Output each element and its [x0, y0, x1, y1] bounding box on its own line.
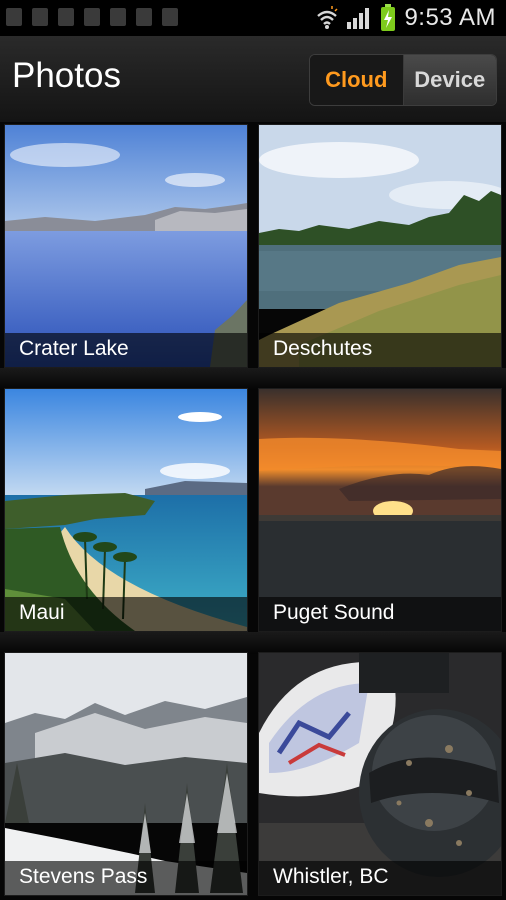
- photo-caption: Stevens Pass: [5, 861, 247, 895]
- photo-caption: Puget Sound: [259, 597, 501, 631]
- crater-lake-photo: [5, 125, 247, 367]
- notification-icon: [58, 8, 74, 26]
- photo-label: Crater Lake: [19, 337, 129, 360]
- photo-grid: Crater Lake Deschutes Maui Puget Sound S…: [0, 122, 506, 900]
- action-bar: Photos Cloud Device: [0, 36, 506, 123]
- wifi-icon: [316, 6, 338, 30]
- photo-label: Maui: [19, 601, 65, 624]
- photo-label: Puget Sound: [273, 601, 395, 624]
- whistler-photo: [259, 653, 501, 895]
- deschutes-photo: [259, 125, 501, 367]
- notification-icons: [6, 8, 178, 26]
- notification-icon: [136, 8, 152, 26]
- page-title: Photos: [12, 56, 121, 95]
- signal-icon: [346, 6, 372, 30]
- photo-caption: Whistler, BC: [259, 861, 501, 895]
- notification-icon: [6, 8, 22, 26]
- battery-charging-icon: [380, 4, 396, 32]
- stevens-pass-photo: [5, 653, 247, 895]
- photo-caption: Crater Lake: [5, 333, 247, 367]
- photo-label: Stevens Pass: [19, 865, 148, 888]
- photo-caption: Maui: [5, 597, 247, 631]
- clock: 9:53 AM: [404, 4, 496, 31]
- device-tab[interactable]: Device: [403, 55, 496, 105]
- notification-icon: [84, 8, 100, 26]
- photo-label: Deschutes: [273, 337, 373, 360]
- photo-tile-maui[interactable]: Maui: [5, 389, 247, 631]
- maui-photo: [5, 389, 247, 631]
- photo-tile-stevens-pass[interactable]: Stevens Pass: [5, 653, 247, 895]
- photo-tile-whistler-bc[interactable]: Whistler, BC: [259, 653, 501, 895]
- row-divider: [0, 632, 506, 654]
- source-toggle: Cloud Device: [309, 54, 497, 106]
- status-bar: 9:53 AM: [0, 0, 506, 36]
- photo-caption: Deschutes: [259, 333, 501, 367]
- notification-icon: [162, 8, 178, 26]
- cloud-tab[interactable]: Cloud: [310, 55, 404, 105]
- photo-tile-crater-lake[interactable]: Crater Lake: [5, 125, 247, 367]
- puget-sound-photo: [259, 389, 501, 631]
- row-divider: [0, 368, 506, 390]
- notification-icon: [32, 8, 48, 26]
- notification-icon: [110, 8, 126, 26]
- photo-tile-puget-sound[interactable]: Puget Sound: [259, 389, 501, 631]
- photo-label: Whistler, BC: [273, 865, 389, 888]
- photo-tile-deschutes[interactable]: Deschutes: [259, 125, 501, 367]
